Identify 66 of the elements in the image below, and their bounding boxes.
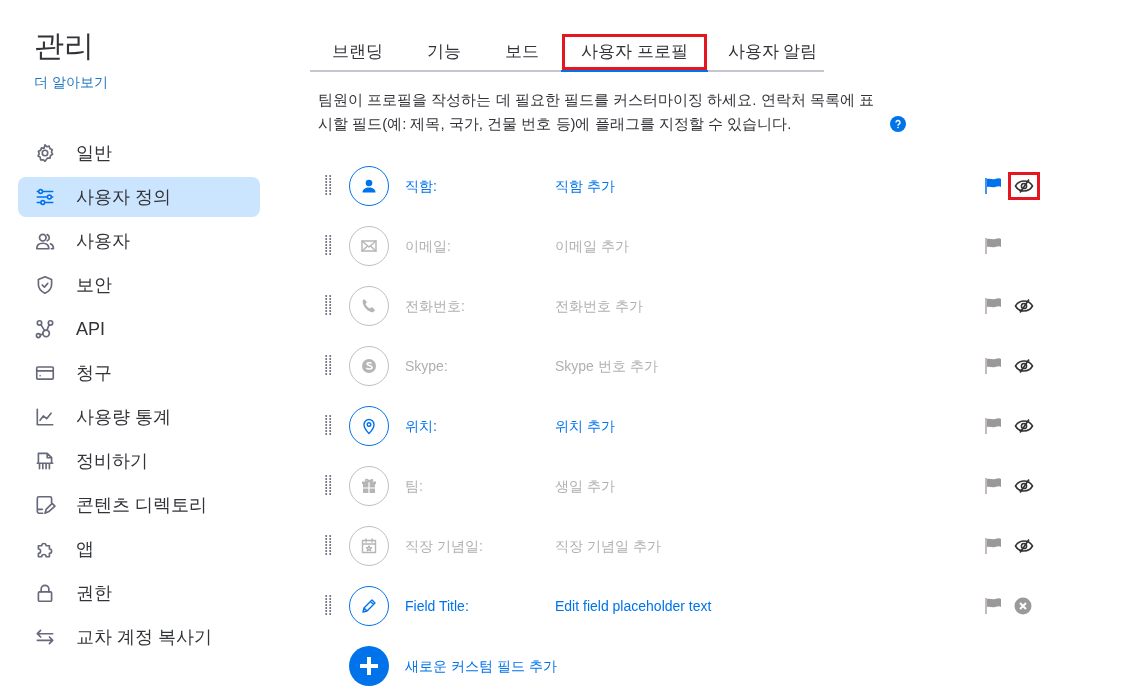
text-input[interactable]: 직함 추가 — [555, 177, 615, 194]
drag-handle-icon[interactable] — [325, 415, 332, 437]
note-edit-icon — [34, 494, 56, 516]
learn-more-link[interactable]: 더 알아보기 — [34, 72, 108, 93]
eye-off-icon[interactable] — [1014, 358, 1034, 374]
flag-icon[interactable] — [984, 357, 1004, 375]
flag-icon[interactable] — [984, 237, 1004, 255]
eye-off-icon[interactable] — [1014, 418, 1034, 434]
nodes-icon — [34, 318, 56, 340]
sidebar-item[interactable]: API — [18, 309, 260, 349]
flag-icon[interactable] — [984, 477, 1004, 495]
eye-off-icon[interactable] — [1014, 178, 1034, 194]
gift-icon — [359, 476, 379, 496]
gear-icon — [34, 142, 56, 164]
tab[interactable]: 브랜딩 — [310, 34, 405, 72]
sidebar-item[interactable]: 사용자 정의 — [18, 177, 260, 217]
drag-handle-icon[interactable] — [325, 175, 332, 197]
field-label: 위치: — [405, 417, 437, 434]
description-text: 팀원이 프로필을 작성하는 데 필요한 필드를 커스터마이징 하세요. 연락처 목록에 표시할 필드(예: 제목, 국가, 건물 번호 등)에 플래그를 지정할 수 있습니다. — [318, 90, 875, 134]
page-title: 관리 — [34, 28, 94, 64]
text-input[interactable]: Edit field placeholder text — [555, 597, 712, 614]
tab[interactable]: 보드 — [483, 34, 561, 72]
sidebar-item[interactable]: 사용량 통계 — [18, 397, 260, 437]
sidebar-item[interactable]: 정비하기 — [18, 441, 260, 481]
flag-icon[interactable] — [984, 417, 1004, 435]
field-label: 팀: — [405, 477, 423, 494]
tab[interactable]: 사용자 프로필 — [561, 34, 708, 72]
tab[interactable]: 사용자 알림 — [707, 34, 838, 72]
eye-off-icon[interactable] — [1014, 478, 1034, 494]
drag-handle-icon[interactable] — [325, 355, 332, 377]
drag-handle-icon[interactable] — [325, 535, 332, 557]
sidebar-item[interactable]: 권한 — [18, 573, 260, 613]
shredder-icon — [34, 450, 56, 472]
drag-handle-icon[interactable] — [325, 295, 332, 317]
add-field-link[interactable]: 새로운 커스텀 필드 추가 — [405, 655, 557, 677]
sidebar-item[interactable]: 앱 — [18, 529, 260, 569]
field-label: 이메일: — [405, 237, 451, 254]
flag-icon[interactable] — [984, 297, 1004, 315]
sidebar-item[interactable]: 청구 — [18, 353, 260, 393]
tab[interactable]: 기능 — [405, 34, 483, 72]
flag-icon[interactable] — [984, 177, 1004, 195]
drag-handle-icon[interactable] — [325, 595, 332, 617]
sidebar-item[interactable]: 콘텐츠 디렉토리 — [18, 485, 260, 525]
line-chart-icon — [34, 406, 56, 428]
flag-icon[interactable] — [984, 597, 1004, 615]
field-label: 직장 기념일: — [405, 537, 483, 554]
text-input[interactable]: 위치 추가 — [555, 417, 615, 434]
calendar-icon — [359, 536, 379, 556]
remove-icon[interactable] — [1014, 597, 1032, 615]
sidebar-item[interactable]: 일반 — [18, 133, 260, 173]
sliders-icon — [34, 186, 56, 208]
flag-icon[interactable] — [984, 537, 1004, 555]
skype-icon — [359, 356, 379, 376]
drag-handle-icon[interactable] — [325, 475, 332, 497]
sidebar-item[interactable]: 사용자 — [18, 221, 260, 261]
help-icon[interactable] — [890, 116, 906, 132]
field-label: 직함: — [405, 177, 437, 194]
field-label: Field Title: — [405, 597, 469, 614]
add-circle-icon[interactable] — [349, 646, 389, 686]
field-label: Skype: — [405, 357, 448, 374]
eye-off-icon[interactable] — [1014, 298, 1034, 314]
sidebar-item[interactable]: 보안 — [18, 265, 260, 305]
sidebar-item[interactable]: 교차 계정 복사기 — [18, 617, 260, 657]
drag-handle-icon[interactable] — [325, 235, 332, 257]
eye-off-icon[interactable] — [1014, 538, 1034, 554]
field-label: 전화번호: — [405, 297, 465, 314]
